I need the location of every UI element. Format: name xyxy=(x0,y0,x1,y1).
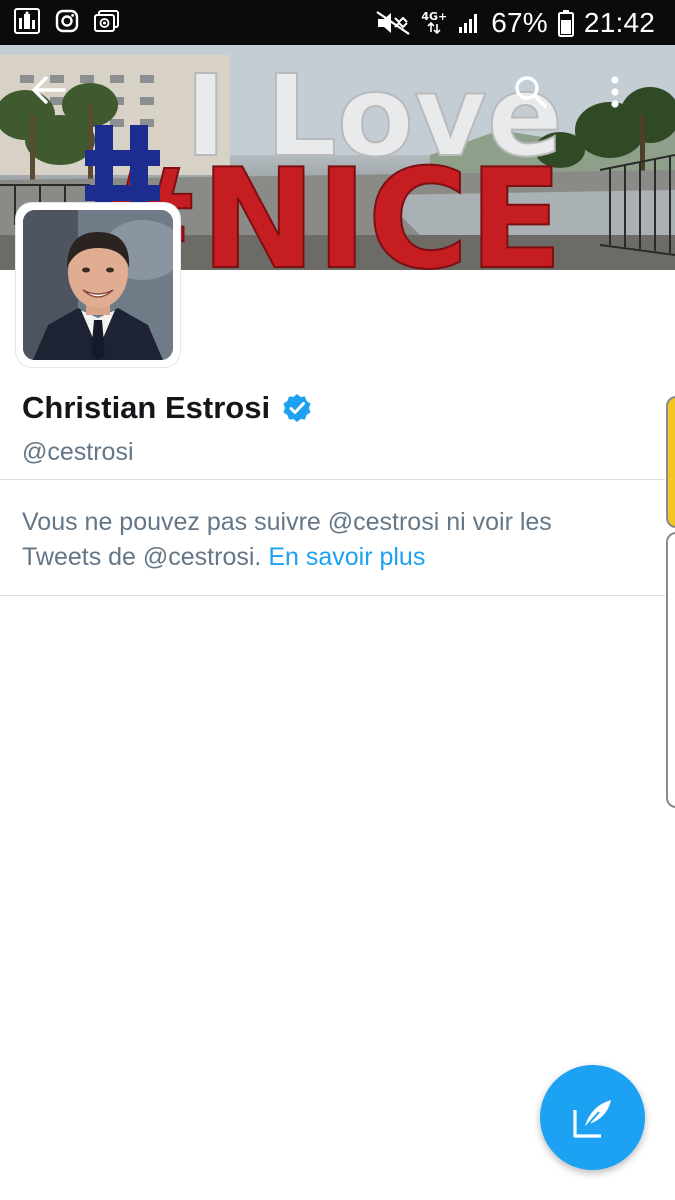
network-type-label: 4G+ xyxy=(421,10,448,23)
network-4g-icon: 4G+ xyxy=(421,11,447,34)
profile-name: Christian Estrosi xyxy=(22,390,271,425)
notification-app-icon xyxy=(14,8,40,34)
clock: 21:42 xyxy=(583,6,655,38)
status-bar-left xyxy=(14,8,134,34)
profile-avatar[interactable] xyxy=(16,203,180,367)
profile-handle: @cestrosi xyxy=(22,438,134,466)
compose-tweet-button[interactable] xyxy=(540,1065,645,1170)
search-icon[interactable] xyxy=(514,75,562,123)
divider xyxy=(0,479,665,480)
back-arrow-icon[interactable] xyxy=(30,75,78,123)
edge-panel[interactable] xyxy=(666,532,675,808)
more-vert-icon[interactable] xyxy=(610,75,658,123)
profile-name-row: Christian Estrosi xyxy=(22,390,312,426)
battery-icon xyxy=(557,9,574,37)
avatar-photo xyxy=(23,210,173,360)
verified-badge-icon xyxy=(283,394,311,422)
image-message-icon xyxy=(94,8,120,34)
battery-percent: 67% xyxy=(491,6,548,38)
mute-icon xyxy=(375,10,411,36)
status-bar: 4G+ 67% 21:42 xyxy=(0,0,675,45)
signal-icon xyxy=(457,11,481,35)
status-bar-right: 4G+ 67% 21:42 xyxy=(365,0,655,45)
blocked-notice: Vous ne pouvez pas suivre @cestrosi ni v… xyxy=(22,505,612,575)
learn-more-link[interactable]: En savoir plus xyxy=(268,543,425,571)
divider xyxy=(0,595,665,596)
compose-tweet-icon xyxy=(572,1099,611,1138)
instagram-icon xyxy=(54,8,80,34)
edge-panel-handle[interactable] xyxy=(666,396,675,528)
